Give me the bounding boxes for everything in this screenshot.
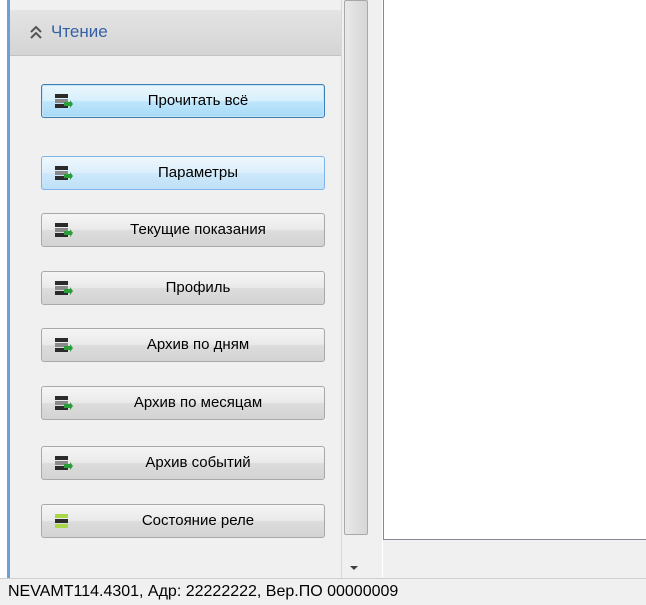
scrollbar-thumb[interactable] <box>344 0 368 535</box>
event-archive-button[interactable]: Архив событий <box>41 446 325 480</box>
relay-state-label: Состояние реле <box>141 512 255 529</box>
window-left-border <box>0 0 10 578</box>
relay-state-icon <box>55 514 68 528</box>
meter-read-icon <box>55 338 73 352</box>
meter-read-icon <box>55 223 73 237</box>
scroll-down-arrow-icon[interactable] <box>350 566 358 570</box>
status-text: NEVAMT114.4301, Адр: 22222222, Вер.ПО 00… <box>8 583 399 600</box>
current-readings-label: Текущие показания <box>130 221 266 238</box>
double-chevron-up-icon[interactable] <box>29 24 43 40</box>
parameters-label: Параметры <box>158 164 238 181</box>
monthly-archive-button[interactable]: Архив по месяцам <box>41 386 325 420</box>
meter-read-icon <box>55 166 73 180</box>
meter-read-icon <box>55 281 73 295</box>
profile-button[interactable]: Профиль <box>41 271 325 305</box>
read-all-label: Прочитать всё <box>147 92 249 109</box>
panel-splitter[interactable] <box>372 0 382 578</box>
sidebar-panel: Чтение Прочитать всё Параметры Текущие п… <box>10 0 341 578</box>
meter-read-icon <box>55 396 73 410</box>
status-bar: NEVAMT114.4301, Адр: 22222222, Вер.ПО 00… <box>0 578 646 605</box>
sidebar-scrollbar[interactable] <box>341 0 372 578</box>
daily-archive-label: Архив по дням <box>146 336 250 353</box>
event-archive-label: Архив событий <box>145 454 251 471</box>
read-all-button[interactable]: Прочитать всё <box>41 84 325 118</box>
profile-label: Профиль <box>165 279 231 296</box>
monthly-archive-label: Архив по месяцам <box>133 394 263 411</box>
relay-state-button[interactable]: Состояние реле <box>41 504 325 538</box>
meter-read-icon <box>55 94 73 108</box>
reading-section-header[interactable]: Чтение <box>10 10 341 56</box>
daily-archive-button[interactable]: Архив по дням <box>41 328 325 362</box>
current-readings-button[interactable]: Текущие показания <box>41 213 325 247</box>
meter-read-icon <box>55 456 73 470</box>
content-footer-area <box>383 540 646 578</box>
parameters-button[interactable]: Параметры <box>41 156 325 190</box>
main-content-area <box>383 0 646 540</box>
panel-title: Чтение <box>51 22 108 41</box>
